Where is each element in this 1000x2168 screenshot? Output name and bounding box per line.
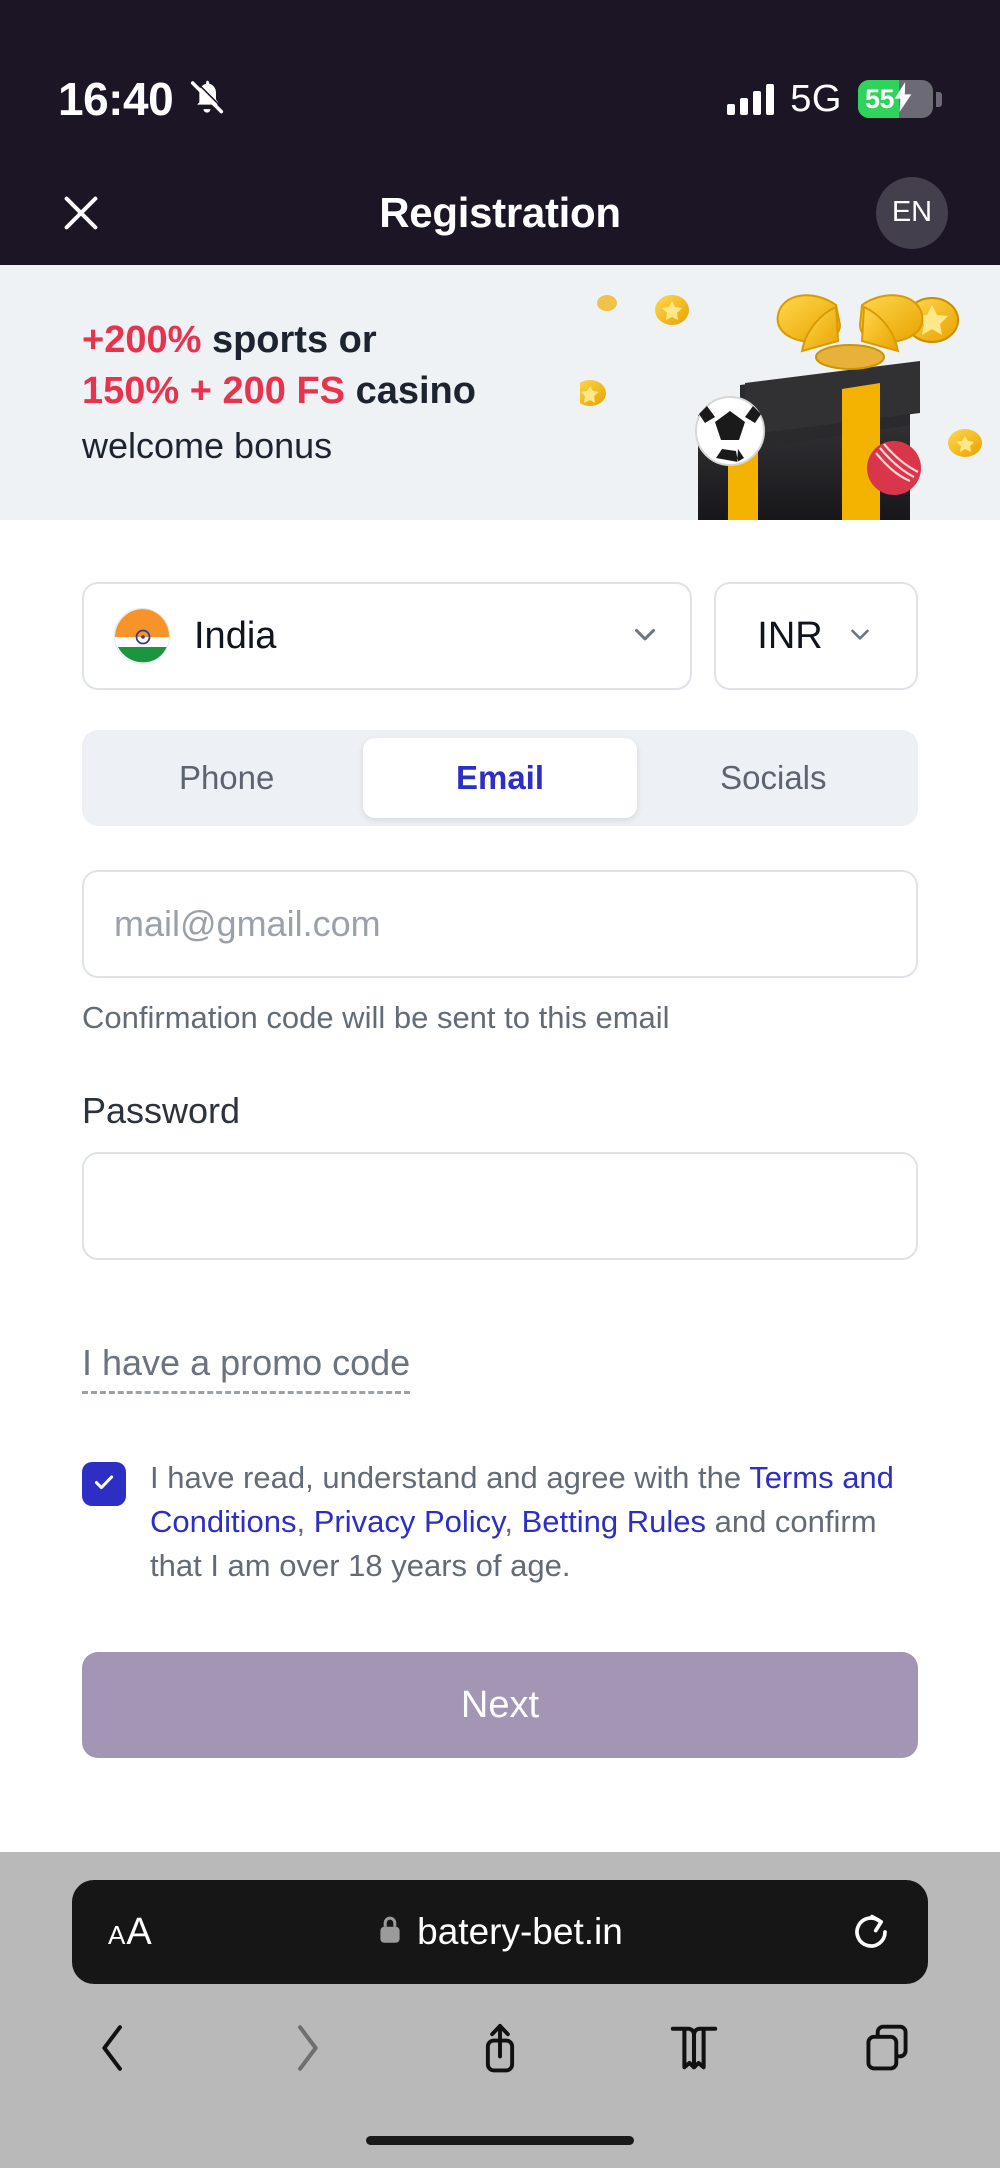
chevron-down-icon — [845, 619, 875, 654]
registration-method-tabs: Phone Email Socials — [82, 730, 918, 826]
forward-button[interactable] — [252, 2003, 362, 2093]
country-selector[interactable]: India — [82, 582, 692, 690]
text-size-small-a: A — [108, 1919, 126, 1950]
tab-socials[interactable]: Socials — [637, 738, 910, 818]
battery-indicator: 55 — [858, 80, 942, 118]
promo-line-2: 150% + 200 FS casino — [82, 366, 476, 417]
terms-checkbox[interactable] — [82, 1462, 126, 1506]
gift-box-illustration — [574, 265, 1000, 520]
country-label: India — [194, 614, 277, 657]
locale-row: India INR — [82, 582, 918, 690]
url-text: batery-bet.in — [417, 1911, 623, 1952]
chevron-down-icon — [628, 617, 662, 656]
text-size-button[interactable]: A A — [108, 1911, 152, 1954]
checkmark-icon — [91, 1469, 117, 1500]
close-icon[interactable] — [52, 184, 110, 242]
bookmarks-button[interactable] — [639, 2003, 749, 2093]
promo-code-link[interactable]: I have a promo code — [82, 1342, 411, 1394]
language-selector[interactable]: EN — [876, 176, 948, 249]
page-title: Registration — [379, 188, 621, 236]
home-indicator — [366, 2135, 634, 2145]
battery-icon: 55 — [858, 80, 933, 118]
reload-icon[interactable] — [850, 1911, 892, 1953]
tabs-button[interactable] — [832, 2003, 942, 2093]
home-indicator-area — [0, 2112, 1000, 2168]
promo-rest-1: sports or — [201, 319, 377, 362]
bell-muted-icon — [187, 77, 227, 122]
privacy-policy-link[interactable]: Privacy Policy — [314, 1504, 505, 1539]
status-bar-right: 5G 55 — [727, 78, 942, 121]
battery-percent-label: 55 — [865, 83, 895, 114]
terms-sep-2: , — [504, 1504, 522, 1540]
currency-selector[interactable]: INR — [714, 582, 918, 690]
india-flag-icon — [114, 608, 170, 664]
currency-label: INR — [757, 614, 823, 657]
email-field-wrap: Confirmation code will be sent to this e… — [82, 870, 918, 1036]
promo-subtitle: welcome bonus — [82, 425, 333, 467]
url-display: batery-bet.in — [72, 1911, 928, 1953]
terms-part-1: I have read, understand and agree with t… — [150, 1460, 750, 1495]
email-input[interactable] — [82, 870, 918, 978]
app-header: Registration EN — [0, 160, 1000, 265]
browser-toolbar — [0, 1984, 1000, 2112]
password-input[interactable] — [82, 1152, 918, 1260]
password-label: Password — [82, 1090, 241, 1131]
terms-agreement-row: I have read, understand and agree with t… — [82, 1456, 918, 1588]
password-field-wrap — [82, 1152, 918, 1260]
network-type-label: 5G — [790, 77, 842, 120]
promo-line-1: +200% sports or — [82, 315, 476, 366]
safari-browser-chrome: A A batery-bet.in — [0, 1852, 1000, 2168]
tab-phone[interactable]: Phone — [90, 738, 363, 818]
promo-rest-2: casino — [345, 369, 476, 412]
status-bar-left: 16:40 — [58, 72, 227, 126]
next-button[interactable]: Next — [82, 1652, 918, 1759]
registration-form: India INR Phone Email Socials mail@gmail… — [0, 520, 1000, 1852]
battery-tip — [936, 91, 942, 107]
terms-text: I have read, understand and agree with t… — [150, 1456, 918, 1588]
promo-accent-2: 150% + 200 FS — [82, 369, 346, 412]
share-icon[interactable] — [445, 2003, 555, 2093]
terms-sep-1: , — [296, 1504, 314, 1540]
email-helper-text: Confirmation code will be sent to this e… — [82, 1000, 670, 1035]
text-size-large-a: A — [126, 1910, 152, 1953]
promo-accent-1: +200% — [82, 319, 202, 362]
cellular-signal-icon — [727, 83, 775, 115]
address-bar[interactable]: A A batery-bet.in — [72, 1880, 928, 1984]
status-time: 16:40 — [58, 73, 174, 125]
promo-banner-text: +200% sports or 150% + 200 FS casino wel… — [0, 315, 476, 470]
back-button[interactable] — [58, 2003, 168, 2093]
phone-screen: 16:40 5G 55 Registration EN +200% sports… — [0, 0, 1000, 2168]
status-bar: 16:40 5G 55 — [0, 0, 1000, 160]
charging-bolt-icon — [892, 81, 914, 117]
promo-banner: +200% sports or 150% + 200 FS casino wel… — [0, 265, 1000, 520]
lock-icon — [377, 1914, 403, 1951]
tab-email[interactable]: Email — [363, 738, 637, 818]
betting-rules-link[interactable]: Betting Rules — [522, 1504, 706, 1539]
